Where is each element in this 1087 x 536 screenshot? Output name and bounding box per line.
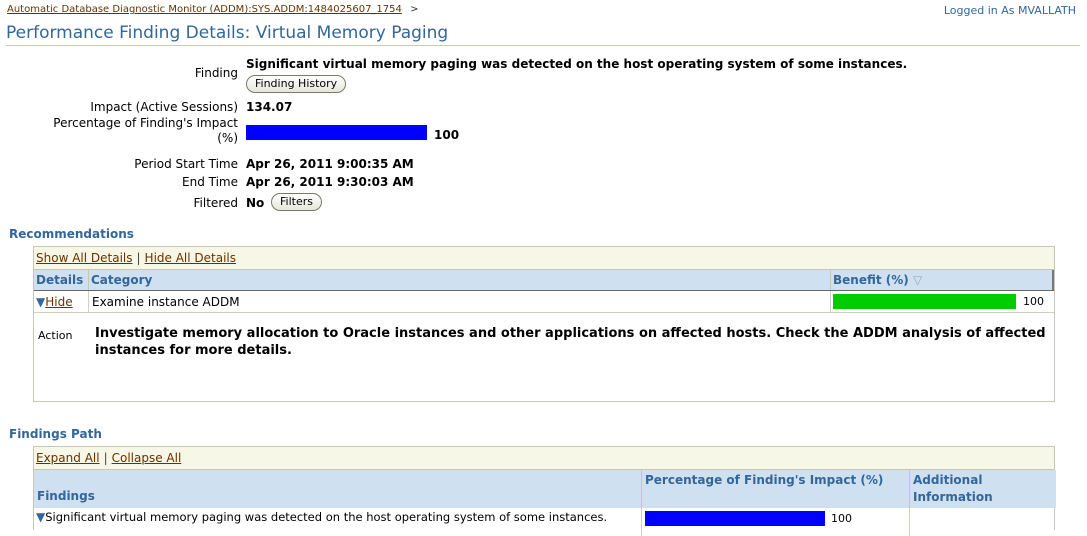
finding-value: Significant virtual memory paging was de… [246,57,908,71]
expand-all-link[interactable]: Expand All [36,451,100,465]
breadcrumb-addm-link[interactable]: Automatic Database Diagnostic Monitor (A… [7,4,402,15]
findings-path-table: Expand All | Collapse All Findings Percent… [33,446,1056,536]
benefit-bar-track [833,294,1016,309]
recommendations-table: Show All Details | Hide All Details Detail… [33,246,1055,402]
recommendation-toggle-cell[interactable]: ▼Hide [34,291,89,313]
login-status: Logged in As MVALLATH [943,4,1076,17]
finding-row-percentage: 100 [642,508,910,536]
benefit-value: 100 [1023,295,1044,308]
finding-row-text[interactable]: ▼Significant virtual memory paging was d… [34,508,642,536]
findings-path-links: Expand All | Collapse All [34,447,1054,470]
impact-label: Impact (Active Sessions) [90,100,238,114]
finding-history-button[interactable]: Finding History [246,75,347,93]
end-time-label: End Time [182,175,238,189]
sort-descending-icon[interactable]: ▽ [913,273,922,287]
expanded-triangle-icon[interactable]: ▼ [36,295,45,309]
start-time-value: Apr 26, 2011 9:00:35 AM [246,157,414,171]
finding-row-additional-info [910,508,1056,536]
filtered-value: No [246,196,265,210]
recommendations-links: Show All Details | Hide All Details [34,247,1054,270]
end-time-value: Apr 26, 2011 9:30:03 AM [246,175,414,189]
page-title: Performance Finding Details: Virtual Mem… [6,23,1080,46]
impact-bar-track [246,125,427,140]
finding-impact-value: 100 [831,512,852,525]
show-all-details-link[interactable]: Show All Details [36,251,133,265]
filtered-label: Filtered [193,196,238,210]
findings-path-title: Findings Path [9,427,102,441]
benefit-cell: 100 [831,291,1054,313]
finding-impact-bar [645,511,825,526]
impact-value: 134.07 [246,100,293,114]
impact-bar-value: 100 [434,128,460,142]
action-label: Action [38,329,73,342]
hide-details-link[interactable]: Hide [45,295,72,309]
recommendation-category: Examine instance ADDM [89,291,831,313]
finding-impact-bar-track [645,511,825,526]
col-details-header: Details [34,270,89,290]
col-benefit-header[interactable]: Benefit (%) ▽ [831,270,1054,290]
recommendations-title: Recommendations [9,227,134,241]
col-findings-header: Findings [34,470,642,508]
pct-impact-label-line2: (%) [217,131,238,145]
col-category-header: Category [89,270,831,290]
benefit-bar [833,294,1016,309]
impact-bar [246,125,427,140]
hide-all-details-link[interactable]: Hide All Details [145,251,236,265]
start-time-label: Period Start Time [134,157,238,171]
expanded-triangle-icon[interactable]: ▼ [36,510,45,524]
pct-impact-label-line1: Percentage of Finding's Impact [53,116,238,130]
breadcrumb-separator: > [410,4,419,15]
filters-button[interactable]: Filters [271,193,322,211]
action-text: Investigate memory allocation to Oracle … [95,326,1046,358]
col-percentage-header: Percentage of Finding's Impact (%) [642,470,910,508]
finding-label: Finding [194,66,238,80]
collapse-all-link[interactable]: Collapse All [112,451,182,465]
col-additional-info-header: Additional Information [910,470,1056,508]
breadcrumb: Automatic Database Diagnostic Monitor (A… [7,4,418,15]
